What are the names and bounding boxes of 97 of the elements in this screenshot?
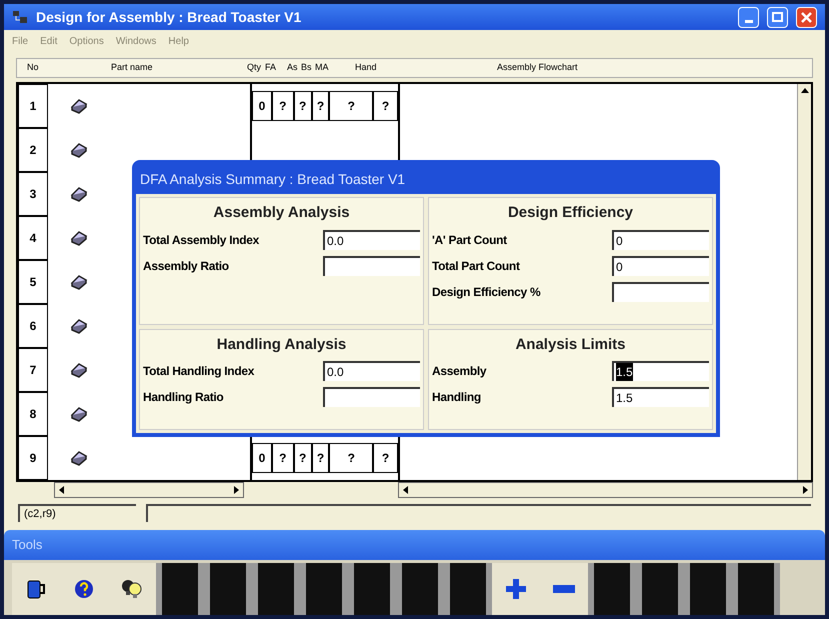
blank-tool-button[interactable] <box>588 563 636 615</box>
app-icon <box>12 10 28 24</box>
field-label: Assembly Ratio <box>143 258 230 274</box>
right-arrow-icon <box>803 486 808 494</box>
section-heading: Handling Analysis <box>216 334 348 354</box>
field-label: Handling Ratio <box>143 389 224 406</box>
column-header: FA <box>265 61 278 74</box>
value-field[interactable]: 0.0 <box>323 361 420 381</box>
table-cell: ? <box>294 91 312 121</box>
plus-icon <box>505 578 527 600</box>
blank-tool-button[interactable] <box>732 563 780 615</box>
mug-icon <box>25 578 47 600</box>
left-arrow-icon <box>59 486 64 494</box>
blank-tool-button[interactable] <box>444 563 492 615</box>
value-field[interactable]: 1.5 <box>612 387 709 407</box>
field-label: Assembly <box>432 363 488 380</box>
table-cell: ? <box>312 91 330 121</box>
value-field[interactable]: 1.5 <box>612 361 709 381</box>
row-number: 2 <box>18 128 48 172</box>
value-field[interactable] <box>612 282 709 302</box>
part-icon <box>70 142 88 158</box>
horizontal-scrollbar[interactable] <box>398 482 813 498</box>
field-value: 1.5 <box>616 363 633 381</box>
table-cell: ? <box>294 443 312 473</box>
value-field[interactable] <box>323 256 420 276</box>
row-number: 9 <box>18 436 48 480</box>
row-number: 5 <box>18 260 48 304</box>
table-cell: ? <box>312 443 330 473</box>
row-number: 8 <box>18 392 48 436</box>
part-icon <box>70 362 88 378</box>
minus-icon <box>553 585 575 593</box>
section-heading: Analysis Limits <box>514 334 627 354</box>
close-button[interactable] <box>796 6 817 28</box>
horizontal-scrollbar[interactable] <box>54 482 244 498</box>
part-icon <box>70 186 88 202</box>
left-arrow-icon <box>403 486 408 494</box>
row-number: 7 <box>18 348 48 392</box>
cell-content-field[interactable] <box>146 504 811 522</box>
field-label: Total Handling Index <box>143 363 256 380</box>
vertical-scrollbar[interactable] <box>797 84 811 480</box>
dialog-title: DFA Analysis Summary : Bread Toaster V1 <box>139 170 406 189</box>
column-header: Part name <box>110 61 154 74</box>
tool-button[interactable] <box>12 563 60 615</box>
field-value: 0 <box>616 258 623 276</box>
field-value: 0 <box>616 232 623 250</box>
column-header: Hand <box>355 61 378 74</box>
table-cell: ? <box>373 91 398 121</box>
up-arrow-icon <box>800 88 808 93</box>
help-icon <box>74 579 94 599</box>
column-header: Assembly Flowchart <box>496 61 578 74</box>
field-value: 0.0 <box>327 232 344 250</box>
column-header: Qty <box>247 61 262 74</box>
column-header: As <box>287 61 299 74</box>
field-label: Total Part Count <box>432 258 521 274</box>
table-cell: 0 <box>252 443 272 473</box>
row-number: 6 <box>18 304 48 348</box>
table-cell: ? <box>329 91 374 121</box>
maximize-button[interactable] <box>767 6 788 28</box>
value-field[interactable] <box>323 387 420 407</box>
field-value: 1.5 <box>616 390 633 407</box>
row-number: 4 <box>18 216 48 260</box>
table-cell: ? <box>272 91 294 121</box>
cell-reference-field: (c2,r9) <box>18 504 136 522</box>
field-value: 0.0 <box>327 364 344 381</box>
part-icon <box>70 450 88 466</box>
close-icon <box>801 12 812 22</box>
minimize-button[interactable] <box>738 6 759 28</box>
table-cell: ? <box>329 443 374 473</box>
row-number: 1 <box>18 84 48 128</box>
minimize-icon <box>744 20 752 22</box>
right-arrow-icon <box>234 486 239 494</box>
table-cell: 0 <box>252 91 272 121</box>
window-title: Design for Assembly : Bread Toaster V1 <box>36 8 302 27</box>
column-header: No <box>26 61 40 74</box>
column-header: MA <box>315 61 330 74</box>
part-icon <box>70 274 88 290</box>
tool-button[interactable] <box>108 563 156 615</box>
panel-title: Tools <box>12 536 42 554</box>
section-heading: Design Efficiency <box>506 203 634 223</box>
part-icon <box>70 230 88 246</box>
part-icon <box>70 98 88 114</box>
field-label: Handling <box>432 389 482 406</box>
field-label: 'A' Part Count <box>432 232 508 248</box>
value-field[interactable]: 0 <box>612 230 709 250</box>
blank-tool-button[interactable] <box>156 563 204 615</box>
maximize-icon <box>772 12 783 22</box>
part-icon <box>70 406 88 422</box>
value-field[interactable]: 0.0 <box>323 230 420 250</box>
table-cell: ? <box>373 443 398 473</box>
field-label: Design Efficiency % <box>432 284 542 300</box>
part-icon <box>70 318 88 334</box>
table-cell: ? <box>272 443 294 473</box>
section-heading: Assembly Analysis <box>212 203 351 223</box>
row-number: 3 <box>18 172 48 216</box>
column-header: Bs <box>301 61 313 74</box>
value-field[interactable]: 0 <box>612 256 709 276</box>
field-label: Total Assembly Index <box>143 232 260 248</box>
